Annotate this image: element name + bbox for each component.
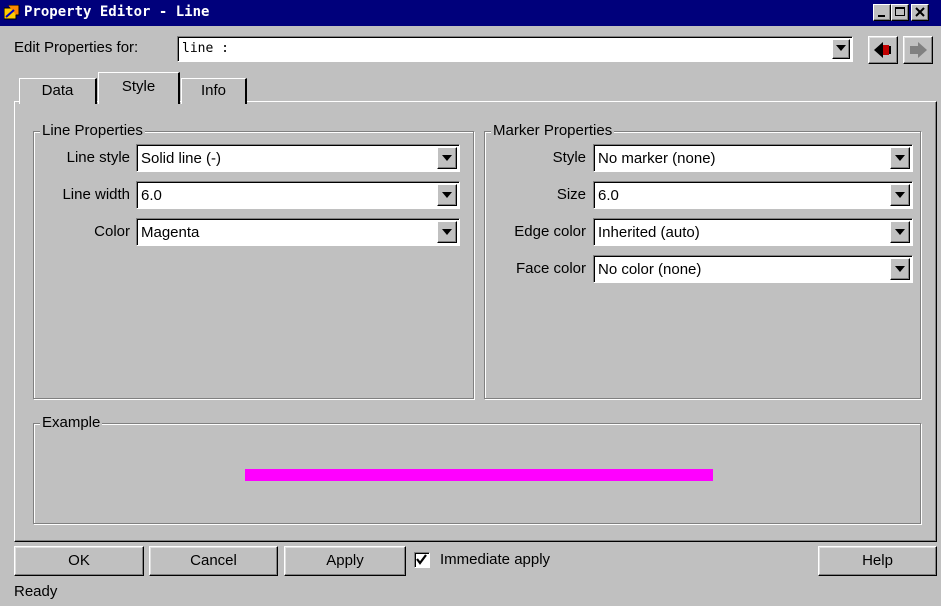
face-color-value: No color (none) [598,261,702,278]
face-color-select[interactable]: No color (none) [593,255,913,283]
chevron-down-icon [895,155,905,161]
line-width-select[interactable]: 6.0 [136,181,460,209]
color-select[interactable]: Magenta [136,218,460,246]
edit-properties-value: line : [182,41,229,56]
marker-size-label: Size [556,186,586,203]
close-icon [915,7,925,17]
edge-color-select[interactable]: Inherited (auto) [593,218,913,246]
face-color-label: Face color [515,260,586,277]
status-text: Ready [14,583,58,600]
window-title: Property Editor - Line [24,4,210,20]
line-style-value: Solid line (-) [141,150,222,167]
tab-info[interactable]: Info [181,78,247,104]
chevron-down-icon [895,229,905,235]
line-width-dropdown-button[interactable] [437,184,457,206]
line-properties-title: Line Properties [40,122,145,139]
line-style-dropdown-button[interactable] [437,147,457,169]
forward-arrow-icon [910,42,927,58]
example-title: Example [40,414,103,431]
chevron-down-icon [836,45,846,51]
marker-size-value: 6.0 [598,187,619,204]
line-style-label: Line style [66,149,130,166]
edge-color-label: Edge color [514,223,586,240]
title-bar[interactable]: Property Editor - Line [0,0,941,26]
edit-properties-combo[interactable]: line : [177,36,853,62]
immediate-apply-label: Immediate apply [440,551,551,568]
app-icon [3,4,20,20]
chevron-down-icon [442,229,452,235]
line-style-select[interactable]: Solid line (-) [136,144,460,172]
chevron-down-icon [442,192,452,198]
immediate-apply-checkbox[interactable] [414,552,430,568]
edit-properties-dropdown-button[interactable] [832,39,850,59]
help-button[interactable]: Help [818,546,937,576]
maximize-icon [895,7,905,16]
marker-size-select[interactable]: 6.0 [593,181,913,209]
cancel-button[interactable]: Cancel [149,546,278,576]
chevron-down-icon [895,192,905,198]
marker-style-value: No marker (none) [598,150,716,167]
face-color-dropdown-button[interactable] [890,258,910,280]
minimize-button[interactable] [873,4,891,21]
tab-style[interactable]: Style [98,72,180,104]
edge-color-dropdown-button[interactable] [890,221,910,243]
color-value: Magenta [141,224,200,241]
marker-properties-title: Marker Properties [491,122,615,139]
line-width-label: Line width [62,186,130,203]
edit-properties-label: Edit Properties for: [14,39,139,56]
color-label: Color [94,223,130,240]
minimize-icon [878,15,885,17]
checkmark-icon [416,554,427,565]
line-width-value: 6.0 [141,187,162,204]
apply-button[interactable]: Apply [284,546,406,576]
maximize-button[interactable] [891,4,909,21]
marker-style-label: Style [552,149,586,166]
marker-size-dropdown-button[interactable] [890,184,910,206]
back-arrow-icon [874,42,891,58]
ok-button[interactable]: OK [14,546,144,576]
edge-color-value: Inherited (auto) [598,224,700,241]
chevron-down-icon [442,155,452,161]
color-dropdown-button[interactable] [437,221,457,243]
marker-style-select[interactable]: No marker (none) [593,144,913,172]
close-button[interactable] [911,4,929,21]
marker-style-dropdown-button[interactable] [890,147,910,169]
chevron-down-icon [895,266,905,272]
back-button[interactable] [868,36,898,64]
forward-button[interactable] [903,36,933,64]
example-line-preview [245,469,713,481]
tab-data[interactable]: Data [19,78,97,104]
